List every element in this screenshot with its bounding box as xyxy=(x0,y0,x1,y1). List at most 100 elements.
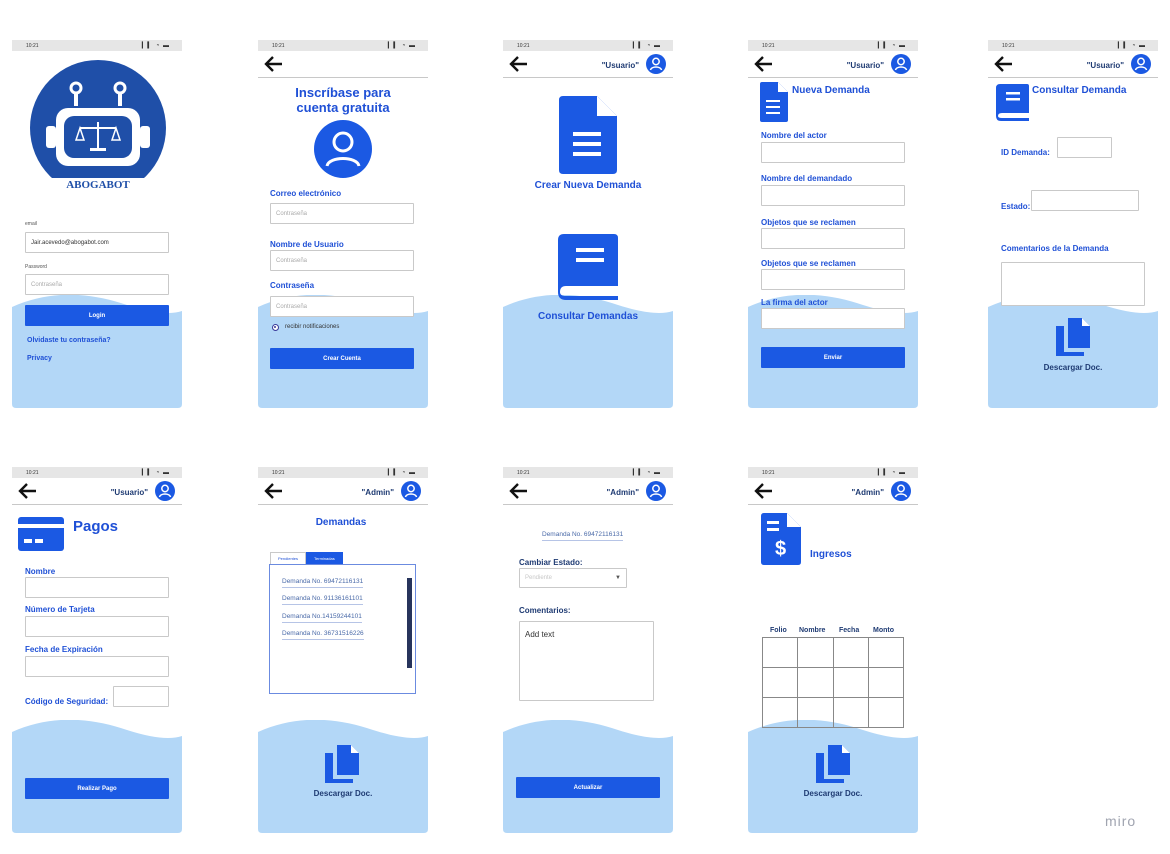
screen-home: 10:21 ▎▍ ◔ ▬ "Usuario" Crear Nueva Demand… xyxy=(503,40,673,408)
back-arrow-icon[interactable] xyxy=(16,481,38,501)
signal-icon: ▎▍ ◔ ▬ xyxy=(387,470,416,476)
back-arrow-icon[interactable] xyxy=(752,54,774,74)
username-label: Nombre de Usuario xyxy=(270,240,344,249)
expiry-field[interactable] xyxy=(25,656,169,677)
user-name: "Usuario" xyxy=(601,61,639,70)
name-field[interactable] xyxy=(25,577,169,598)
actor-field[interactable] xyxy=(761,142,905,163)
profile-avatar-icon[interactable] xyxy=(646,481,666,501)
email-field[interactable]: Contraseña xyxy=(270,203,414,224)
status-field[interactable] xyxy=(1031,190,1139,211)
profile-avatar-icon[interactable] xyxy=(1131,54,1151,74)
column-header-folio: Folio xyxy=(770,627,787,634)
app-header: "Admin" xyxy=(258,478,428,505)
status-select-value: Pendiente xyxy=(525,575,553,581)
create-account-button[interactable]: Crear Cuenta xyxy=(270,348,414,369)
profile-avatar-icon[interactable] xyxy=(891,54,911,74)
comments-field[interactable] xyxy=(1001,262,1145,306)
card-number-field[interactable] xyxy=(25,616,169,637)
screen-consult-demand: 10:21 ▎▍ ◔ ▬ "Usuario" Consultar Demanda … xyxy=(988,40,1158,408)
create-demand-label[interactable]: Crear Nueva Demanda xyxy=(503,180,673,191)
table-cell xyxy=(867,637,905,668)
update-button[interactable]: Actualizar xyxy=(516,777,660,798)
download-doc-label[interactable]: Descargar Doc. xyxy=(258,789,428,798)
book-icon xyxy=(996,84,1029,121)
column-header-nombre: Nombre xyxy=(799,627,826,634)
signal-icon: ▎▍ ◔ ▬ xyxy=(387,43,416,49)
status-bar: 10:21 ▎▍ ◔ ▬ xyxy=(258,40,428,51)
password-field[interactable]: Contraseña xyxy=(25,274,169,295)
copy-document-icon[interactable] xyxy=(1056,318,1090,356)
download-doc-label[interactable]: Descargar Doc. xyxy=(988,363,1158,372)
profile-avatar-icon[interactable] xyxy=(646,54,666,74)
screen-admin-demands: 10:21 ▎▍ ◔ ▬ "Admin" Demandas Pendientes … xyxy=(258,467,428,833)
back-arrow-icon[interactable] xyxy=(262,481,284,501)
forgot-password-link[interactable]: Olvidaste tu contraseña? xyxy=(27,337,111,344)
signal-icon: ▎▍ ◔ ▬ xyxy=(877,470,906,476)
list-item[interactable]: Demanda No. 36731516226 xyxy=(282,630,364,640)
copy-document-icon[interactable] xyxy=(325,745,359,783)
security-code-field[interactable] xyxy=(113,686,169,707)
user-name: "Usuario" xyxy=(1086,61,1124,70)
id-demand-label: ID Demanda: xyxy=(1001,148,1050,157)
defendant-label: Nombre del demandado xyxy=(761,174,853,183)
payments-title: Pagos xyxy=(73,518,119,535)
back-arrow-icon[interactable] xyxy=(507,54,529,74)
signature-field[interactable] xyxy=(761,308,905,329)
status-bar: 10:21 ▎▍ ◔ ▬ xyxy=(748,40,918,51)
security-code-label: Código de Seguridad: xyxy=(25,697,109,706)
column-header-monto: Monto xyxy=(873,627,894,634)
objects-label-2: Objetos que se reclamen xyxy=(761,259,856,268)
consult-demands-label[interactable]: Consultar Demandas xyxy=(503,311,673,322)
username-field[interactable]: Contraseña xyxy=(270,250,414,271)
objects-field-2[interactable] xyxy=(761,269,905,290)
screen-new-demand: 10:21 ▎▍ ◔ ▬ "Usuario" Nueva Demanda Nomb… xyxy=(748,40,918,408)
email-label: Correo electrónico xyxy=(270,189,342,198)
user-name: "Usuario" xyxy=(846,61,884,70)
comments-textarea[interactable]: Add text xyxy=(519,621,654,701)
signal-icon: ▎▍ ◔ ▬ xyxy=(1117,43,1146,49)
app-header: "Usuario" xyxy=(503,51,673,78)
scrollbar[interactable] xyxy=(407,578,412,668)
password-field[interactable]: Contraseña xyxy=(270,296,414,317)
list-item[interactable]: Demanda No. 91136161101 xyxy=(282,595,363,605)
download-doc-label[interactable]: Descargar Doc. xyxy=(748,789,918,798)
copy-document-icon[interactable] xyxy=(816,745,850,783)
table-cell xyxy=(761,637,799,668)
defendant-field[interactable] xyxy=(761,185,905,206)
pay-button[interactable]: Realizar Pago xyxy=(25,778,169,799)
signal-icon: ▎▍ ◔ ▬ xyxy=(632,470,661,476)
notify-radio[interactable] xyxy=(272,324,279,331)
back-arrow-icon[interactable] xyxy=(507,481,529,501)
demand-number: Demanda No. 69472116131 xyxy=(542,531,624,541)
demand-list: Demanda No. 69472116131 Demanda No. 9113… xyxy=(269,564,416,694)
status-bar: 10:21 ▎▍ ◔ ▬ xyxy=(503,467,673,478)
back-arrow-icon[interactable] xyxy=(752,481,774,501)
table-cell xyxy=(832,667,869,698)
user-avatar-icon xyxy=(314,120,372,178)
status-bar: 10:21 ▎▍ ◔ ▬ xyxy=(12,467,182,478)
back-arrow-icon[interactable] xyxy=(262,54,284,74)
table-cell xyxy=(832,637,869,668)
login-button[interactable]: Login xyxy=(25,305,169,326)
email-field[interactable]: Jair.acevedo@abogabot.com xyxy=(25,232,169,253)
comments-label: Comentarios de la Demanda xyxy=(1001,244,1109,253)
send-button[interactable]: Enviar xyxy=(761,347,905,368)
password-label: Password xyxy=(25,264,47,270)
miro-watermark: miro xyxy=(1105,813,1137,829)
profile-avatar-icon[interactable] xyxy=(155,481,175,501)
app-header: "Admin" xyxy=(748,478,918,505)
list-item[interactable]: Demanda No.14159244101 xyxy=(282,613,362,623)
status-select[interactable]: Pendiente ▼ xyxy=(519,568,627,588)
new-document-icon[interactable] xyxy=(559,96,617,174)
id-demand-field[interactable] xyxy=(1057,137,1112,158)
list-item[interactable]: Demanda No. 69472116131 xyxy=(282,578,364,588)
profile-avatar-icon[interactable] xyxy=(401,481,421,501)
invoice-dollar-icon: $ xyxy=(761,513,801,565)
book-icon[interactable] xyxy=(558,234,618,300)
brand-name: ABOGABOT xyxy=(52,178,144,192)
back-arrow-icon[interactable] xyxy=(992,54,1014,74)
objects-field-1[interactable] xyxy=(761,228,905,249)
privacy-link[interactable]: Privacy xyxy=(27,355,52,362)
profile-avatar-icon[interactable] xyxy=(891,481,911,501)
